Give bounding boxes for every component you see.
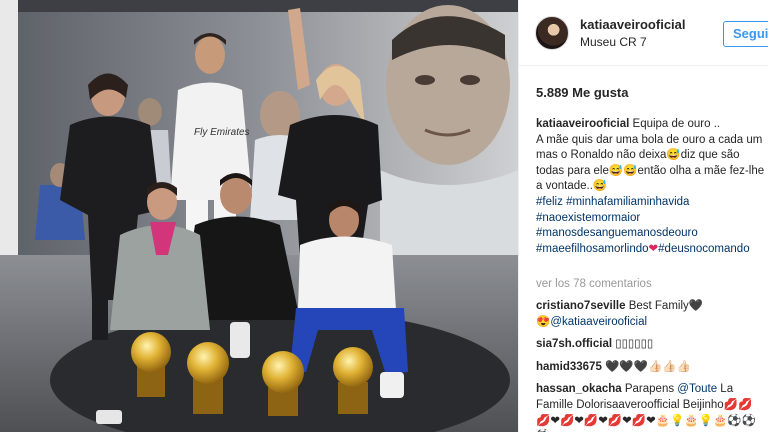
header-location[interactable]: Museu CR 7: [580, 35, 647, 49]
jersey-sponsor-text: Fly Emirates: [194, 127, 250, 138]
comment-list: cristiano7seville Best Family🖤 😍@katiaav…: [536, 299, 768, 432]
like-count[interactable]: 5.889 Me gusta: [536, 85, 629, 100]
caption-text-title: Equipa de ouro ..: [629, 118, 721, 130]
comment-text: 🖤🖤🖤👍🏻👍🏻👍🏻: [601, 360, 691, 373]
hashtag-link[interactable]: #naoexistemormaior: [536, 212, 640, 224]
comment-text: Parapens: [621, 383, 678, 396]
comment-text: Best Family🖤: [625, 300, 704, 312]
comment-username[interactable]: hassan_okacha: [536, 383, 622, 395]
post-side-panel: katiaaveirooficial Museu CR 7 Seguir 5.8…: [518, 0, 768, 432]
avatar[interactable]: [535, 16, 569, 50]
comment-username[interactable]: cristiano7seville: [536, 300, 626, 312]
follow-button[interactable]: Seguir: [723, 21, 768, 47]
hashtag-link[interactable]: #minhafamiliaminhavida: [566, 196, 689, 208]
caption-username[interactable]: katiaaveirooficial: [536, 118, 629, 130]
comment-item: sia7sh.official ▯▯▯▯▯▯: [536, 337, 768, 353]
comment-mention-link[interactable]: @Toute: [677, 383, 717, 395]
comment-item: hamid33675 🖤🖤🖤👍🏻👍🏻👍🏻: [536, 360, 768, 376]
header-username[interactable]: katiaaveirooficial: [580, 17, 686, 32]
comment-item: hassan_okacha Parapens @Toute La Famille…: [536, 382, 768, 432]
hashtag-link[interactable]: #manosdesanguemanosdeouro: [536, 227, 698, 239]
post-header: katiaaveirooficial Museu CR 7 Seguir: [519, 0, 768, 66]
comment-item: cristiano7seville Best Family🖤 😍@katiaav…: [536, 299, 768, 330]
caption-text-body: A mãe quis dar uma bola de ouro a cada u…: [536, 133, 765, 193]
hashtag-link[interactable]: #maeefilhosamorlindo: [536, 243, 649, 255]
post-photo[interactable]: Fly Emirates: [0, 0, 518, 432]
comment-text: ▯▯▯▯▯▯: [612, 338, 654, 351]
comment-emoji: 😍: [536, 315, 551, 328]
view-all-comments-link[interactable]: ver los 78 comentarios: [536, 278, 652, 290]
heart-emoji: ❤: [648, 242, 659, 255]
hashtag-link[interactable]: #feliz: [536, 196, 563, 208]
comment-username[interactable]: hamid33675: [536, 361, 602, 373]
comment-mention-link[interactable]: @katiaaveirooficial: [550, 316, 647, 328]
post-photo-illustration: Fly Emirates: [0, 0, 518, 432]
caption: katiaaveirooficial Equipa de ouro .. A m…: [536, 117, 768, 273]
comment-username[interactable]: sia7sh.official: [536, 338, 612, 350]
